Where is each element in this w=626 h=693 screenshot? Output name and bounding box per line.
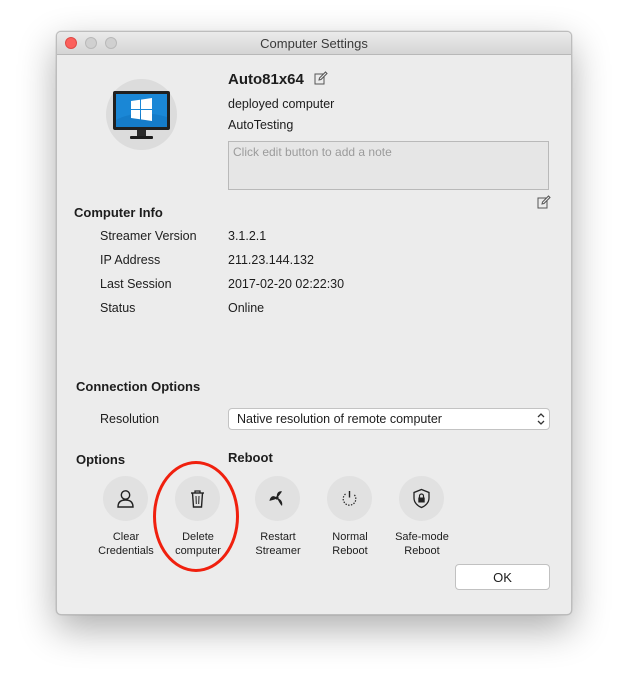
ip-address-value: 211.23.144.132 bbox=[228, 253, 314, 267]
status-label: Status bbox=[100, 301, 136, 315]
title-bar[interactable]: Computer Settings bbox=[57, 32, 571, 55]
normal-reboot-label: Normal Reboot bbox=[332, 531, 368, 557]
note-field[interactable] bbox=[228, 141, 549, 190]
streamer-fan-icon bbox=[269, 491, 283, 506]
computer-settings-window: Computer Settings Auto81x64 deployed com… bbox=[56, 31, 572, 615]
edit-name-icon[interactable] bbox=[314, 71, 328, 85]
select-arrows-icon bbox=[537, 413, 545, 425]
normal-reboot-button[interactable] bbox=[327, 476, 372, 521]
resolution-label: Resolution bbox=[100, 412, 160, 426]
resolution-select[interactable]: Native resolution of remote computer bbox=[228, 408, 550, 430]
delete-highlight-circle bbox=[153, 461, 239, 572]
safe-mode-reboot-label: Safe-mode Reboot bbox=[395, 531, 449, 557]
ok-button[interactable]: OK bbox=[455, 564, 550, 590]
options-heading: Options bbox=[76, 452, 126, 467]
user-icon bbox=[117, 490, 134, 508]
computer-name: Auto81x64 bbox=[228, 71, 304, 88]
connection-options-heading: Connection Options bbox=[76, 379, 201, 394]
restart-streamer-button[interactable] bbox=[255, 476, 300, 521]
edit-note-icon[interactable] bbox=[537, 195, 551, 209]
power-icon bbox=[342, 491, 357, 506]
windows-monitor-icon bbox=[113, 91, 170, 139]
computer-avatar bbox=[106, 79, 177, 150]
resolution-selected-value: Native resolution of remote computer bbox=[237, 412, 442, 426]
clear-credentials-label: Clear Credentials bbox=[98, 531, 154, 557]
shield-lock-icon bbox=[413, 488, 430, 509]
clear-credentials-button[interactable] bbox=[103, 476, 148, 521]
status-value: Online bbox=[228, 301, 265, 315]
computer-group: AutoTesting bbox=[228, 118, 294, 132]
last-session-label: Last Session bbox=[100, 277, 172, 291]
restart-streamer-label: Restart Streamer bbox=[255, 531, 301, 557]
window-title: Computer Settings bbox=[260, 36, 368, 51]
streamer-version-label: Streamer Version bbox=[100, 229, 197, 243]
safe-mode-reboot-button[interactable] bbox=[399, 476, 444, 521]
reboot-heading: Reboot bbox=[228, 450, 273, 465]
computer-info-heading: Computer Info bbox=[74, 205, 163, 220]
ip-address-label: IP Address bbox=[100, 253, 161, 267]
last-session-value: 2017-02-20 02:22:30 bbox=[228, 277, 345, 291]
computer-description: deployed computer bbox=[228, 97, 335, 111]
streamer-version-value: 3.1.2.1 bbox=[228, 229, 267, 243]
